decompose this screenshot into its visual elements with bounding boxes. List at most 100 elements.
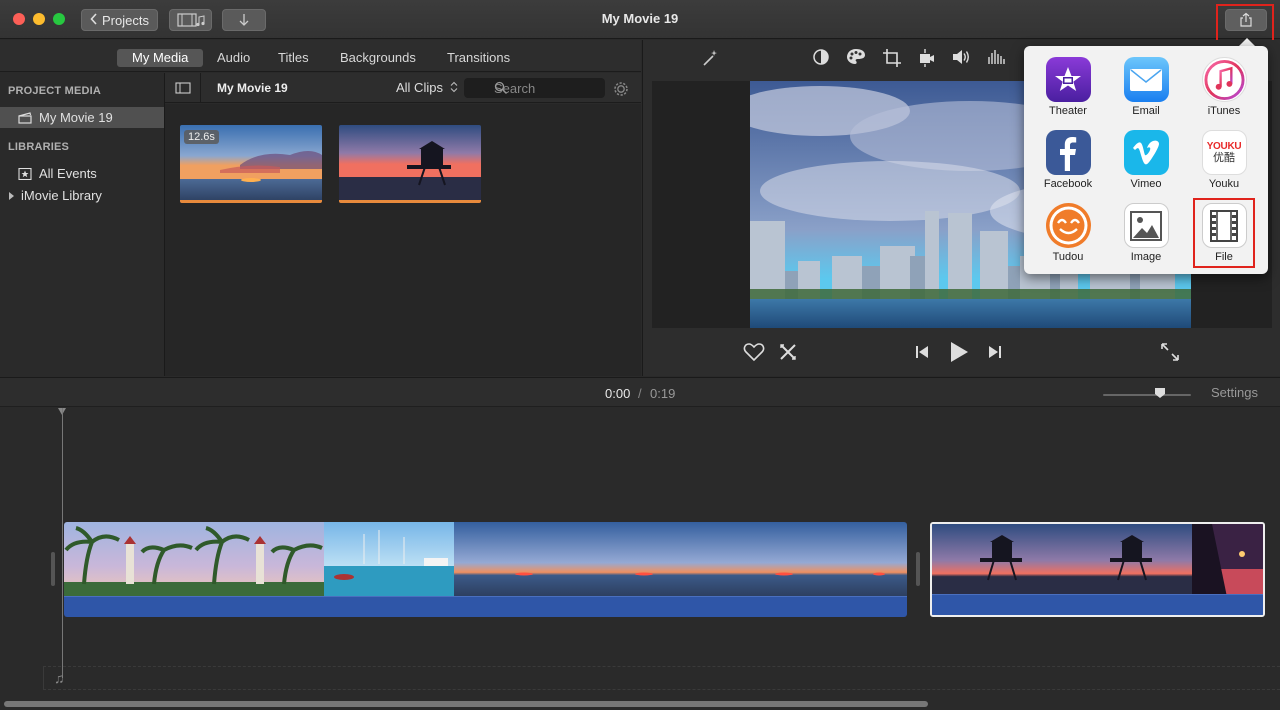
clip-filter-label: All Clips	[396, 80, 443, 95]
share-item-email[interactable]: Email	[1110, 57, 1182, 117]
total-duration: 0:19	[650, 386, 676, 401]
share-item-image[interactable]: Image	[1110, 203, 1182, 263]
share-item-label: Facebook	[1043, 178, 1093, 190]
minimize-window-button[interactable]	[33, 13, 45, 25]
clip-filter-select[interactable]: All Clips	[396, 80, 458, 95]
share-item-tudou[interactable]: Tudou	[1032, 203, 1104, 263]
timeline-clip-2[interactable]	[930, 522, 1265, 617]
media-browser: 12.6s	[165, 104, 641, 376]
playhead-line[interactable]	[62, 408, 63, 678]
share-item-label: iTunes	[1207, 105, 1241, 117]
share-item-label: Youku	[1208, 178, 1240, 190]
vimeo-icon	[1123, 130, 1169, 175]
timeline-clip-1[interactable]	[64, 522, 907, 617]
browser-title: My Movie 19	[217, 81, 288, 95]
facebook-icon	[1045, 130, 1091, 175]
magic-wand-icon[interactable]	[700, 48, 720, 68]
zoom-window-button[interactable]	[53, 13, 65, 25]
reject-x-icon[interactable]	[778, 342, 798, 362]
share-item-youku[interactable]: YOUKU 优酷 Youku	[1188, 130, 1260, 190]
media-tabs-bar: My Media Audio Titles Backgrounds Transi…	[0, 40, 641, 72]
import-arrow-icon	[239, 14, 249, 26]
timecode-separator: /	[638, 386, 642, 401]
clip-audio-waveform	[64, 596, 907, 617]
skip-back-icon[interactable]	[914, 344, 930, 360]
stabilization-camera-icon[interactable]	[918, 48, 936, 68]
projects-button[interactable]: Projects	[81, 9, 158, 31]
gear-icon[interactable]	[611, 79, 631, 99]
sidebar-item-imovie-library[interactable]: iMovie Library	[0, 185, 164, 206]
sidebar-item-label: My Movie 19	[39, 110, 113, 125]
share-button-highlight	[1216, 4, 1274, 42]
filmstrip-music-icon	[176, 13, 205, 27]
track-resize-handle[interactable]	[916, 552, 920, 586]
email-icon	[1123, 57, 1169, 102]
libraries-sidebar: PROJECT MEDIA My Movie 19 LIBRARIES All …	[0, 73, 165, 376]
tudou-icon	[1045, 203, 1091, 248]
track-resize-handle[interactable]	[51, 552, 55, 586]
project-media-heading: PROJECT MEDIA	[8, 85, 102, 97]
tab-titles[interactable]: Titles	[263, 49, 324, 67]
media-browser-button[interactable]	[169, 9, 212, 31]
current-timecode: 0:00	[605, 386, 631, 401]
timeline-horizontal-scrollbar[interactable]	[4, 701, 928, 707]
share-item-itunes[interactable]: iTunes	[1188, 57, 1260, 117]
share-item-label: Image	[1130, 251, 1162, 263]
skip-forward-icon[interactable]	[987, 344, 1003, 360]
chevron-left-icon	[90, 12, 98, 28]
share-item-facebook[interactable]: Facebook	[1032, 130, 1104, 190]
title-bar: Projects My Movie 19	[0, 0, 1280, 42]
timeline-header: 0:00 / 0:19 Settings	[0, 377, 1280, 407]
clip-usage-bar	[339, 200, 481, 203]
clapperboard-icon	[18, 111, 32, 124]
youku-icon: YOUKU 优酷	[1201, 130, 1247, 175]
sidebar-item-label: iMovie Library	[21, 188, 102, 203]
share-item-label: Vimeo	[1130, 178, 1162, 190]
youku-logo-cn: 优酷	[1213, 151, 1235, 164]
share-item-label: Theater	[1049, 105, 1087, 117]
tab-audio[interactable]: Audio	[202, 49, 265, 67]
tab-transitions[interactable]: Transitions	[432, 49, 525, 67]
libraries-heading: LIBRARIES	[8, 141, 70, 153]
theater-icon	[1045, 57, 1091, 102]
browser-toolbar: My Movie 19 All Clips Search	[165, 73, 641, 103]
image-icon	[1123, 203, 1169, 248]
clip-duration-badge: 12.6s	[184, 130, 219, 144]
sidebar-toggle-button[interactable]	[165, 73, 201, 103]
share-item-label: Tudou	[1052, 251, 1084, 263]
share-item-vimeo[interactable]: Vimeo	[1110, 130, 1182, 190]
play-icon[interactable]	[949, 341, 969, 363]
import-button[interactable]	[222, 9, 266, 31]
sidebar-item-label: All Events	[39, 166, 97, 181]
browser-clip-sunset[interactable]: 12.6s	[180, 125, 322, 203]
timeline-zoom-slider[interactable]	[1103, 394, 1191, 396]
search-input[interactable]: Search	[464, 78, 605, 98]
search-icon	[494, 81, 507, 94]
star-icon	[18, 167, 32, 180]
zoom-slider-knob[interactable]	[1154, 387, 1166, 399]
timeline-settings-button[interactable]: Settings	[1211, 385, 1258, 400]
tab-backgrounds[interactable]: Backgrounds	[325, 49, 431, 67]
sidebar-item-all-events[interactable]: All Events	[0, 163, 164, 184]
sidebar-item-my-movie[interactable]: My Movie 19	[0, 107, 164, 128]
color-balance-icon[interactable]	[812, 48, 830, 66]
equalizer-icon[interactable]	[987, 48, 1005, 66]
share-item-label: Email	[1132, 105, 1160, 117]
music-note-icon: ♫	[54, 670, 65, 686]
favorite-heart-icon[interactable]	[743, 342, 765, 362]
itunes-icon	[1201, 57, 1247, 102]
color-palette-icon[interactable]	[846, 48, 866, 66]
volume-icon[interactable]	[951, 48, 971, 66]
crop-icon[interactable]	[882, 48, 902, 68]
file-option-highlight	[1193, 198, 1255, 268]
close-window-button[interactable]	[13, 13, 25, 25]
background-music-well[interactable]	[43, 666, 1280, 690]
youku-logo-text: YOUKU	[1206, 140, 1242, 152]
projects-button-label: Projects	[102, 12, 149, 28]
tab-my-media[interactable]: My Media	[117, 49, 204, 67]
share-item-theater[interactable]: Theater	[1032, 57, 1104, 117]
disclosure-triangle-icon	[9, 191, 14, 200]
browser-clip-lifeguard[interactable]	[339, 125, 481, 203]
clip-usage-bar	[180, 200, 322, 203]
fullscreen-icon[interactable]	[1160, 342, 1180, 362]
